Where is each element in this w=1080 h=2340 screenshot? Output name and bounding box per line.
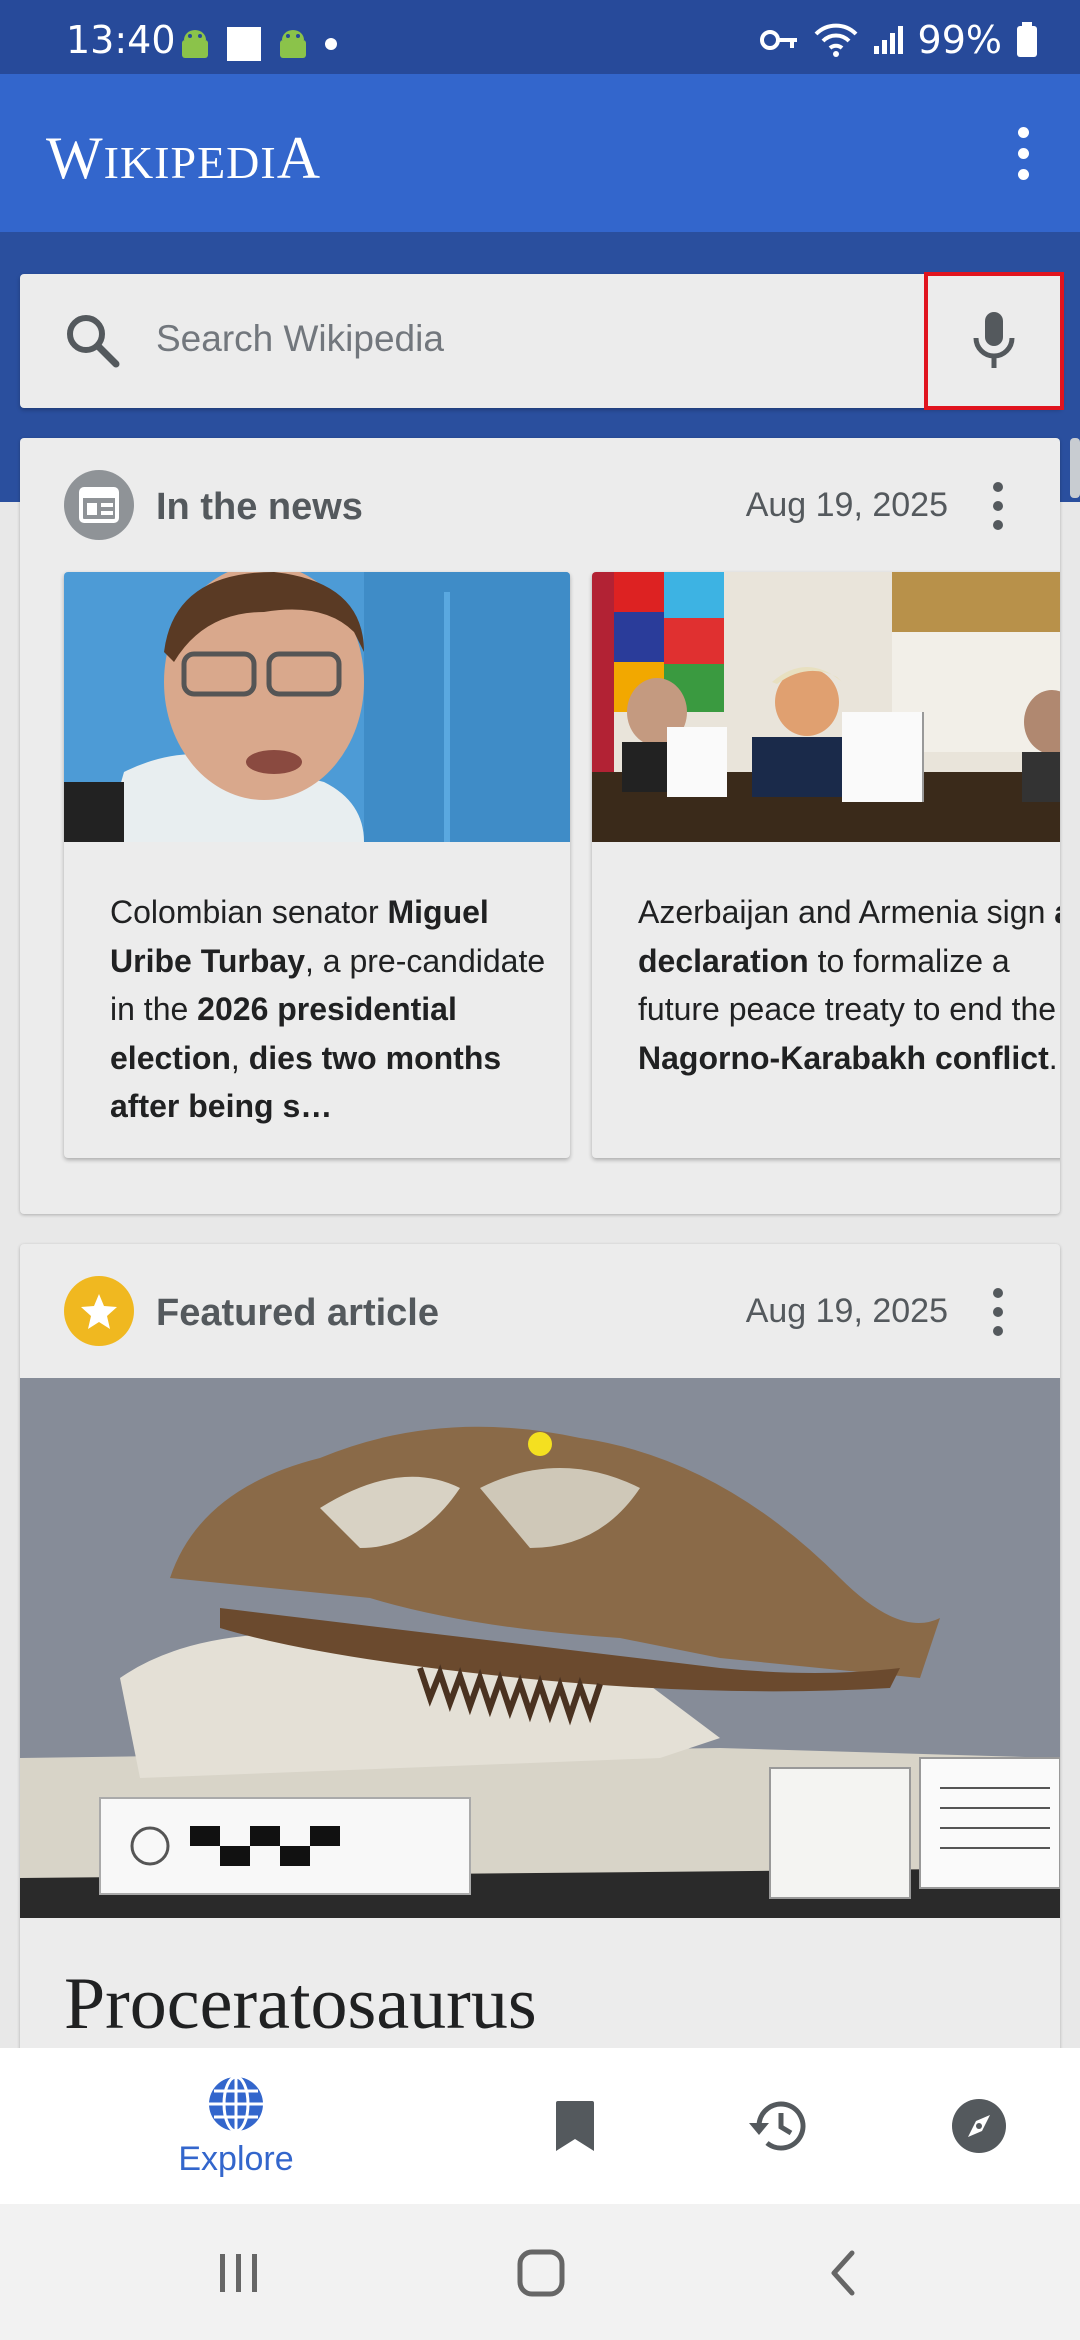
globe-icon bbox=[209, 2075, 263, 2132]
more-vert-icon bbox=[1017, 126, 1029, 138]
key-icon bbox=[759, 30, 797, 50]
image-icon bbox=[227, 27, 261, 61]
more-options-button[interactable] bbox=[988, 118, 1058, 188]
home-button[interactable] bbox=[506, 2238, 576, 2308]
news-item-text: Colombian senator Miguel Uribe Turbay, a… bbox=[110, 894, 546, 1124]
status-system-icons: 99% bbox=[759, 18, 1038, 62]
nav-saved[interactable] bbox=[520, 2048, 630, 2204]
bookmark-icon bbox=[556, 2101, 594, 2151]
status-notification-icons bbox=[178, 26, 338, 62]
app-bar: WIKIPEDIA bbox=[0, 74, 1080, 232]
recent-apps-icon bbox=[220, 2254, 257, 2292]
nav-explore-label: Explore bbox=[178, 2139, 294, 2178]
history-icon bbox=[749, 2101, 806, 2151]
dot-icon bbox=[325, 38, 337, 50]
news-image-signing bbox=[592, 572, 1060, 842]
nav-explore[interactable]: Explore bbox=[156, 2048, 316, 2204]
news-item[interactable]: Colombian senator Miguel Uribe Turbay, a… bbox=[64, 572, 570, 1158]
more-vert-icon bbox=[993, 1288, 1003, 1298]
card-title: Featured article bbox=[156, 1292, 439, 1334]
system-navigation-bar bbox=[0, 2204, 1080, 2340]
recent-apps-button[interactable] bbox=[204, 2238, 274, 2308]
nav-nearby[interactable] bbox=[924, 2048, 1034, 2204]
search-icon bbox=[67, 315, 120, 368]
card-title: In the news bbox=[156, 486, 363, 528]
card-date: Aug 19, 2025 bbox=[745, 1292, 948, 1330]
card-menu-button[interactable] bbox=[978, 480, 1018, 532]
featured-article-image bbox=[20, 1378, 1060, 1918]
card-header: In the news Aug 19, 2025 bbox=[20, 438, 1060, 574]
home-icon bbox=[517, 2249, 565, 2297]
android-icon bbox=[280, 30, 306, 58]
mic-icon bbox=[973, 312, 1015, 368]
nav-history[interactable] bbox=[722, 2048, 832, 2204]
signal-icon bbox=[873, 26, 903, 54]
featured-article-title[interactable]: Proceratosaurus bbox=[64, 1962, 537, 2047]
battery-icon bbox=[1017, 22, 1037, 57]
back-button[interactable] bbox=[808, 2238, 878, 2308]
wifi-icon bbox=[814, 23, 857, 57]
link-nagorno-karabakh-conflict[interactable]: Nagorno-Karabakh conflict bbox=[638, 1040, 1049, 1076]
voice-search-button[interactable] bbox=[924, 272, 1064, 410]
status-bar: 13:40 99% bbox=[0, 0, 1080, 74]
in-the-news-card[interactable]: In the news Aug 19, 2025 Colombian senat… bbox=[20, 438, 1060, 1214]
back-icon bbox=[831, 2250, 855, 2296]
card-menu-button[interactable] bbox=[978, 1286, 1018, 1338]
news-item[interactable]: Azerbaijan and Armenia sign a declaratio… bbox=[592, 572, 1060, 1158]
battery-percentage: 99% bbox=[917, 18, 1002, 62]
news-item-text: Azerbaijan and Armenia sign a declaratio… bbox=[638, 888, 1060, 1082]
news-icon bbox=[64, 470, 134, 540]
compass-icon bbox=[952, 2099, 1006, 2153]
bottom-navigation: Explore bbox=[0, 2048, 1080, 2204]
search-input[interactable]: Search Wikipedia bbox=[156, 318, 444, 360]
android-icon bbox=[182, 30, 208, 58]
card-header: Featured article Aug 19, 2025 bbox=[20, 1244, 1060, 1380]
search-bar[interactable]: Search Wikipedia bbox=[20, 272, 1064, 410]
star-icon bbox=[64, 1276, 134, 1346]
wikipedia-logo: WIKIPEDIA bbox=[46, 125, 322, 191]
card-date: Aug 19, 2025 bbox=[745, 486, 948, 524]
status-time: 13:40 bbox=[66, 18, 176, 62]
more-vert-icon bbox=[993, 482, 1003, 492]
news-image-senator bbox=[64, 572, 570, 842]
scrollbar[interactable] bbox=[1070, 438, 1080, 498]
